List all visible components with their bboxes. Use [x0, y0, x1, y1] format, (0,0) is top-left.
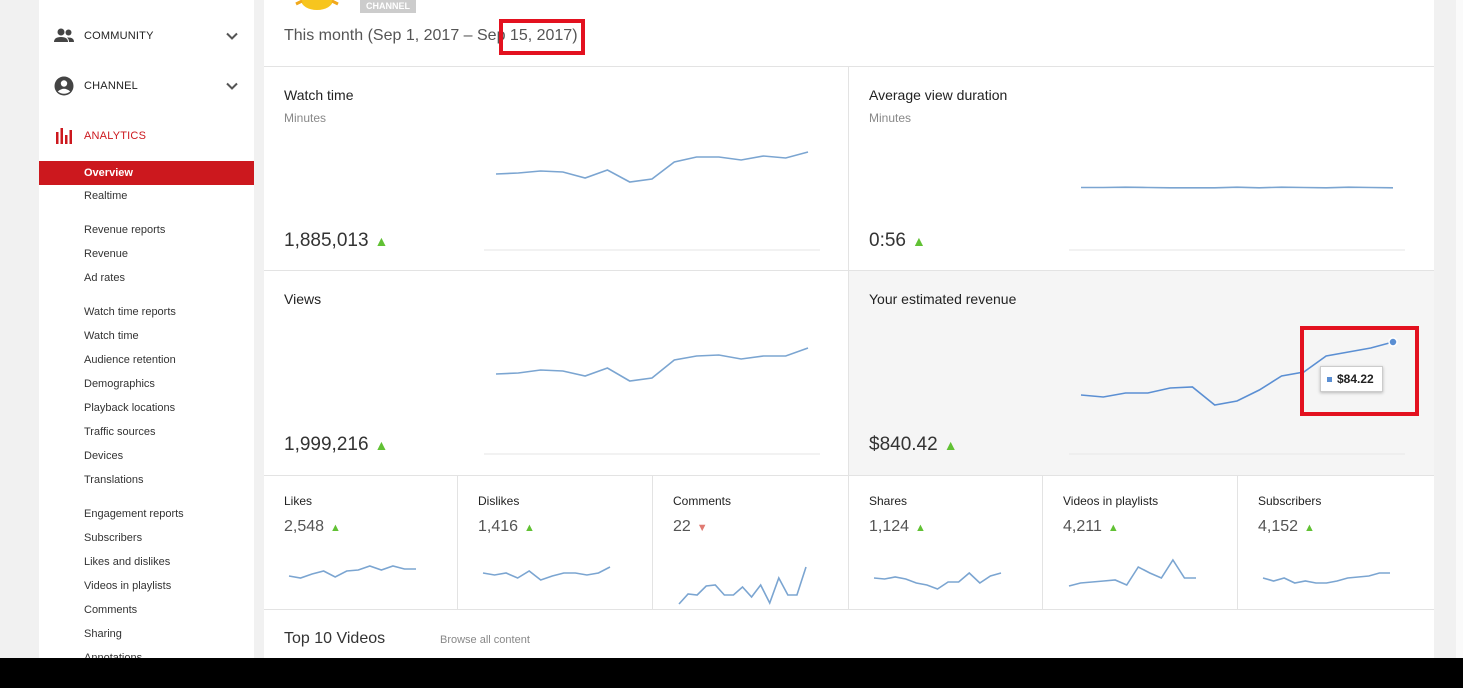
sidebar-item-realtime[interactable]: Realtime	[39, 184, 254, 208]
bar-chart-icon	[56, 128, 72, 144]
dislikes-sparkline	[482, 566, 611, 581]
sidebar-item-demographics[interactable]: Demographics	[39, 372, 254, 396]
sidebar-item-label: Videos in playlists	[84, 580, 172, 592]
sparklines-layer	[288, 151, 1405, 606]
sidebar-item-sharing[interactable]: Sharing	[39, 622, 254, 646]
sidebar-item-devices[interactable]: Devices	[39, 444, 254, 468]
sidebar-item-label: Watch time	[84, 330, 139, 342]
likes-sparkline	[288, 565, 416, 579]
account-circle-icon	[54, 76, 74, 96]
sidebar-item-watch-time-reports[interactable]: Watch time reports	[39, 300, 254, 324]
sidebar-item-videos-in-playlists[interactable]: Videos in playlists	[39, 574, 254, 598]
sidebar-item-comments[interactable]: Comments	[39, 598, 254, 622]
sidebar-item-audience-retention[interactable]: Audience retention	[39, 348, 254, 372]
page-right-edge	[1456, 0, 1463, 658]
highlight-box-revenue	[1300, 326, 1419, 416]
sidebar-item-label: Revenue reports	[84, 224, 166, 236]
chevron-down-icon	[226, 32, 238, 40]
sidebar-section-channel[interactable]: CHANNEL	[39, 71, 254, 101]
sidebar-item-annotations[interactable]: Annotations	[39, 646, 254, 658]
sidebar-item-subscribers[interactable]: Subscribers	[39, 526, 254, 550]
sidebar-item-playback-locations[interactable]: Playback locations	[39, 396, 254, 420]
sidebar-item-label: Sharing	[84, 628, 122, 640]
watch-time-sparkline	[495, 151, 809, 183]
sidebar-section-label: CHANNEL	[84, 80, 138, 92]
sidebar-item-engagement-reports[interactable]: Engagement reports	[39, 502, 254, 526]
sidebar-item-label: Annotations	[84, 652, 143, 658]
sidebar-item-watch-time[interactable]: Watch time	[39, 324, 254, 348]
sidebar-item-revenue[interactable]: Revenue	[39, 242, 254, 266]
sidebar-section-label: ANALYTICS	[84, 130, 147, 142]
sidebar-item-label: Audience retention	[84, 354, 176, 366]
sidebar-item-label: Devices	[84, 450, 124, 462]
sidebar-item-label: Revenue	[84, 248, 129, 260]
sidebar-item-label: Realtime	[84, 190, 128, 202]
sidebar-section-analytics[interactable]: ANALYTICS	[39, 121, 254, 151]
shares-sparkline	[873, 571, 1002, 590]
sidebar-item-overview[interactable]: Overview	[39, 161, 254, 185]
sidebar-item-label: Likes and dislikes	[84, 556, 171, 568]
sidebar-section-community[interactable]: COMMUNITY	[39, 21, 254, 51]
top-10-videos-heading: Top 10 Videos	[284, 630, 386, 647]
sidebar-item-ad-rates[interactable]: Ad rates	[39, 266, 254, 290]
sidebar-item-label: Overview	[84, 167, 133, 179]
sidebar-item-revenue-reports[interactable]: Revenue reports	[39, 218, 254, 242]
sidebar-item-translations[interactable]: Translations	[39, 468, 254, 492]
sidebar-item-label: Traffic sources	[84, 426, 156, 438]
sidebar-item-label: Comments	[84, 604, 138, 616]
subscribers-sparkline	[1262, 572, 1390, 584]
sidebar-item-label: Engagement reports	[84, 508, 184, 520]
views-sparkline	[495, 347, 809, 382]
sidebar-item-label: Watch time reports	[84, 306, 176, 318]
sidebar-item-label: Subscribers	[84, 532, 143, 544]
sidebar-item-label: Ad rates	[84, 272, 125, 284]
screen-bottom-bar	[0, 658, 1463, 688]
comments-sparkline	[678, 566, 807, 606]
sidebar-item-label: Translations	[84, 474, 144, 486]
sidebar-item-label: Demographics	[84, 378, 155, 390]
analytics-overview-panel: CHANNEL This month (Sep 1, 2017 – Sep 15…	[264, 0, 1434, 658]
people-icon	[54, 28, 74, 42]
browse-all-content-link[interactable]: Browse all content	[440, 634, 530, 646]
playlists-sparkline	[1068, 558, 1196, 587]
sidebar-section-label: COMMUNITY	[84, 30, 154, 42]
sidebar: COMMUNITY CHANNEL ANALYTICS Overview Rea…	[39, 0, 254, 658]
avg-view-duration-sparkline	[1081, 186, 1394, 189]
sidebar-item-label: Playback locations	[84, 402, 176, 414]
sidebar-item-traffic-sources[interactable]: Traffic sources	[39, 420, 254, 444]
sidebar-item-likes-and-dislikes[interactable]: Likes and dislikes	[39, 550, 254, 574]
chevron-down-icon	[226, 82, 238, 90]
